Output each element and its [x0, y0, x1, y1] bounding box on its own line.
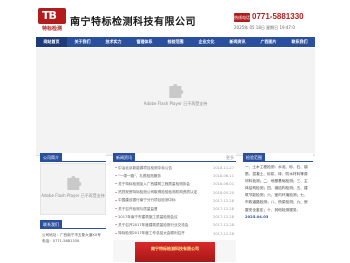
news-item-title[interactable]: 特标检测2017年度工作总结大会顺利召开: [118, 231, 211, 236]
nav-item-contact[interactable]: 联系我们: [284, 37, 315, 47]
news-item-title[interactable]: 关于召开2017年度建筑质量检测行业交流会: [118, 223, 211, 228]
list-item[interactable]: 关于召开2017年度建筑质量检测行业交流会2017-12-28: [115, 221, 234, 229]
datetime: 2025年 05 18日 星期日 19:47:0: [234, 25, 295, 30]
nav-item-tech[interactable]: 技术实力: [98, 37, 129, 47]
scope-body: 一、土木工程检测：水泥、砂、石、钢筋、混凝土、砂浆、砖、防水材料等原材料检测；二…: [243, 162, 313, 223]
news-item-date: 2017-12-28: [213, 198, 234, 203]
list-item[interactable]: 中国建设银行南宁分行项目检测中标2017-12-28: [115, 197, 234, 205]
company-name: 南宁特标检测科技有限公司: [70, 17, 196, 28]
scope-title: 检验范围: [243, 152, 265, 162]
news-item-title[interactable]: 关于特标检测加入广西建筑工程质量检测协会: [118, 182, 211, 187]
profile-title: 公司简介: [40, 152, 62, 162]
news-item-title[interactable]: "一带一路"，扎根检测服务: [118, 174, 211, 179]
list-item[interactable]: 特标检测2017年度工作总结大会顺利召开2017-12-28: [115, 230, 234, 238]
nav-item-management[interactable]: 管理体系: [129, 37, 160, 47]
news-item-date: 2017-12-28: [213, 207, 234, 212]
contact-heading: 联系我们: [40, 219, 106, 229]
scope-heading: 检验范围: [243, 152, 313, 162]
bottom-strip[interactable]: 南宁特标检测科技有限公司: [135, 242, 215, 262]
list-item[interactable]: "一带一路"，扎根检测服务2018-06-11: [115, 172, 234, 180]
nav-item-home[interactable]: 网站首页: [36, 37, 67, 47]
contact-title: 联系我们: [40, 219, 62, 229]
news-title: 新闻资讯: [113, 152, 135, 162]
plugin-icon: [67, 176, 81, 190]
news-section: 新闻资讯 更多 中冶北京新能源项目检测中标公告2018-11-27 "一带一路"…: [113, 152, 236, 238]
nav-item-news[interactable]: 新闻资讯: [222, 37, 253, 47]
list-item[interactable]: 热烈祝贺特标检测公司取得检验检测机构资质认定2018-05-20: [115, 189, 234, 197]
plugin-icon: [169, 84, 184, 98]
profile-plugin-placeholder: Adobe Flash Player 已不再受支持: [41, 176, 105, 199]
profile-flash-box: Adobe Flash Player 已不再受支持: [40, 163, 106, 215]
news-item-title[interactable]: 热烈祝贺特标检测公司取得检验检测机构资质认定: [118, 190, 211, 195]
page-wrapper: TB 特标检测 南宁特标检测科技有限公司 热线电话 0771-5881330 2…: [36, 0, 315, 263]
plugin-placeholder: Adobe Flash Player 已不再受支持: [143, 84, 208, 107]
profile-heading: 公司简介: [40, 152, 106, 162]
phone-number: 0771-5881330: [252, 12, 304, 21]
plugin-text: Adobe Flash Player 已不再受支持: [143, 101, 208, 106]
plugin-text: Adobe Flash Player 已不再受支持: [41, 193, 105, 198]
contact-text: 公司地址：广西南宁市五象大道XX号 电话：0771-5881330: [42, 233, 101, 243]
list-item[interactable]: 2017年南宁市建筑施工质量检测会议2017-12-28: [115, 213, 234, 221]
news-item-title[interactable]: 中冶北京新能源项目检测中标公告: [118, 166, 211, 171]
news-item-date: 2017-12-28: [213, 215, 234, 220]
logo-mark-text: TB: [42, 9, 57, 22]
nav-item-culture[interactable]: 企业文化: [191, 37, 222, 47]
contact-section: 联系我们 公司地址：广西南宁市五象大道XX号 电话：0771-5881330: [40, 219, 106, 260]
scope-date: 2025.04.03: [245, 214, 269, 219]
scope-text: 一、土木工程检测：水泥、砂、石、钢筋、混凝土、砂浆、砖、防水材料等原材料检测；二…: [245, 165, 308, 212]
phone-label: 热线电话: [234, 13, 250, 22]
news-item-date: 2018-11-27: [213, 166, 234, 171]
main-nav: 网站首页 关于我们 技术实力 管理体系 检验范围 企业文化 新闻资讯 广西图片 …: [36, 37, 315, 47]
nav-item-gallery[interactable]: 广西图片: [253, 37, 284, 47]
list-item[interactable]: 关于特标检测加入广西建筑工程质量检测协会2018-06-01: [115, 180, 234, 188]
logo-mark: TB: [38, 8, 66, 24]
news-item-date: 2017-12-28: [213, 223, 234, 228]
logo-text: 特标检测: [41, 26, 62, 32]
bottom-banner: 南宁特标检测科技有限公司: [113, 240, 236, 262]
news-item-date: 2018-06-11: [213, 174, 234, 179]
news-more-link[interactable]: 更多: [224, 153, 236, 162]
news-item-date: 2017-12-28: [213, 231, 234, 236]
list-item[interactable]: 关于召开检测与质量监督2017-12-28: [115, 205, 234, 213]
logo[interactable]: TB 特标检测: [38, 8, 66, 33]
news-item-date: 2018-06-01: [213, 182, 234, 187]
news-item-title[interactable]: 关于召开检测与质量监督: [118, 207, 211, 212]
header: TB 特标检测 南宁特标检测科技有限公司 热线电话 0771-5881330 2…: [36, 0, 315, 36]
nav-item-scope[interactable]: 检验范围: [160, 37, 191, 47]
news-list: 中冶北京新能源项目检测中标公告2018-11-27 "一带一路"，扎根检测服务2…: [113, 162, 236, 238]
news-heading: 新闻资讯 更多: [113, 152, 236, 162]
flash-banner: Adobe Flash Player 已不再受支持: [36, 48, 315, 156]
nav-item-about[interactable]: 关于我们: [67, 37, 98, 47]
news-item-date: 2018-05-20: [213, 190, 234, 195]
news-item-title[interactable]: 2017年南宁市建筑施工质量检测会议: [118, 215, 211, 220]
news-item-title[interactable]: 中国建设银行南宁分行项目检测中标: [118, 198, 211, 203]
list-item[interactable]: 中冶北京新能源项目检测中标公告2018-11-27: [115, 164, 234, 172]
bottom-strip-text: 南宁特标检测科技有限公司: [151, 246, 199, 251]
profile-section: 公司简介 Adobe Flash Player 已不再受支持: [40, 152, 106, 215]
scope-section: 检验范围 一、土木工程检测：水泥、砂、石、钢筋、混凝土、砂浆、砖、防水材料等原材…: [243, 152, 313, 259]
